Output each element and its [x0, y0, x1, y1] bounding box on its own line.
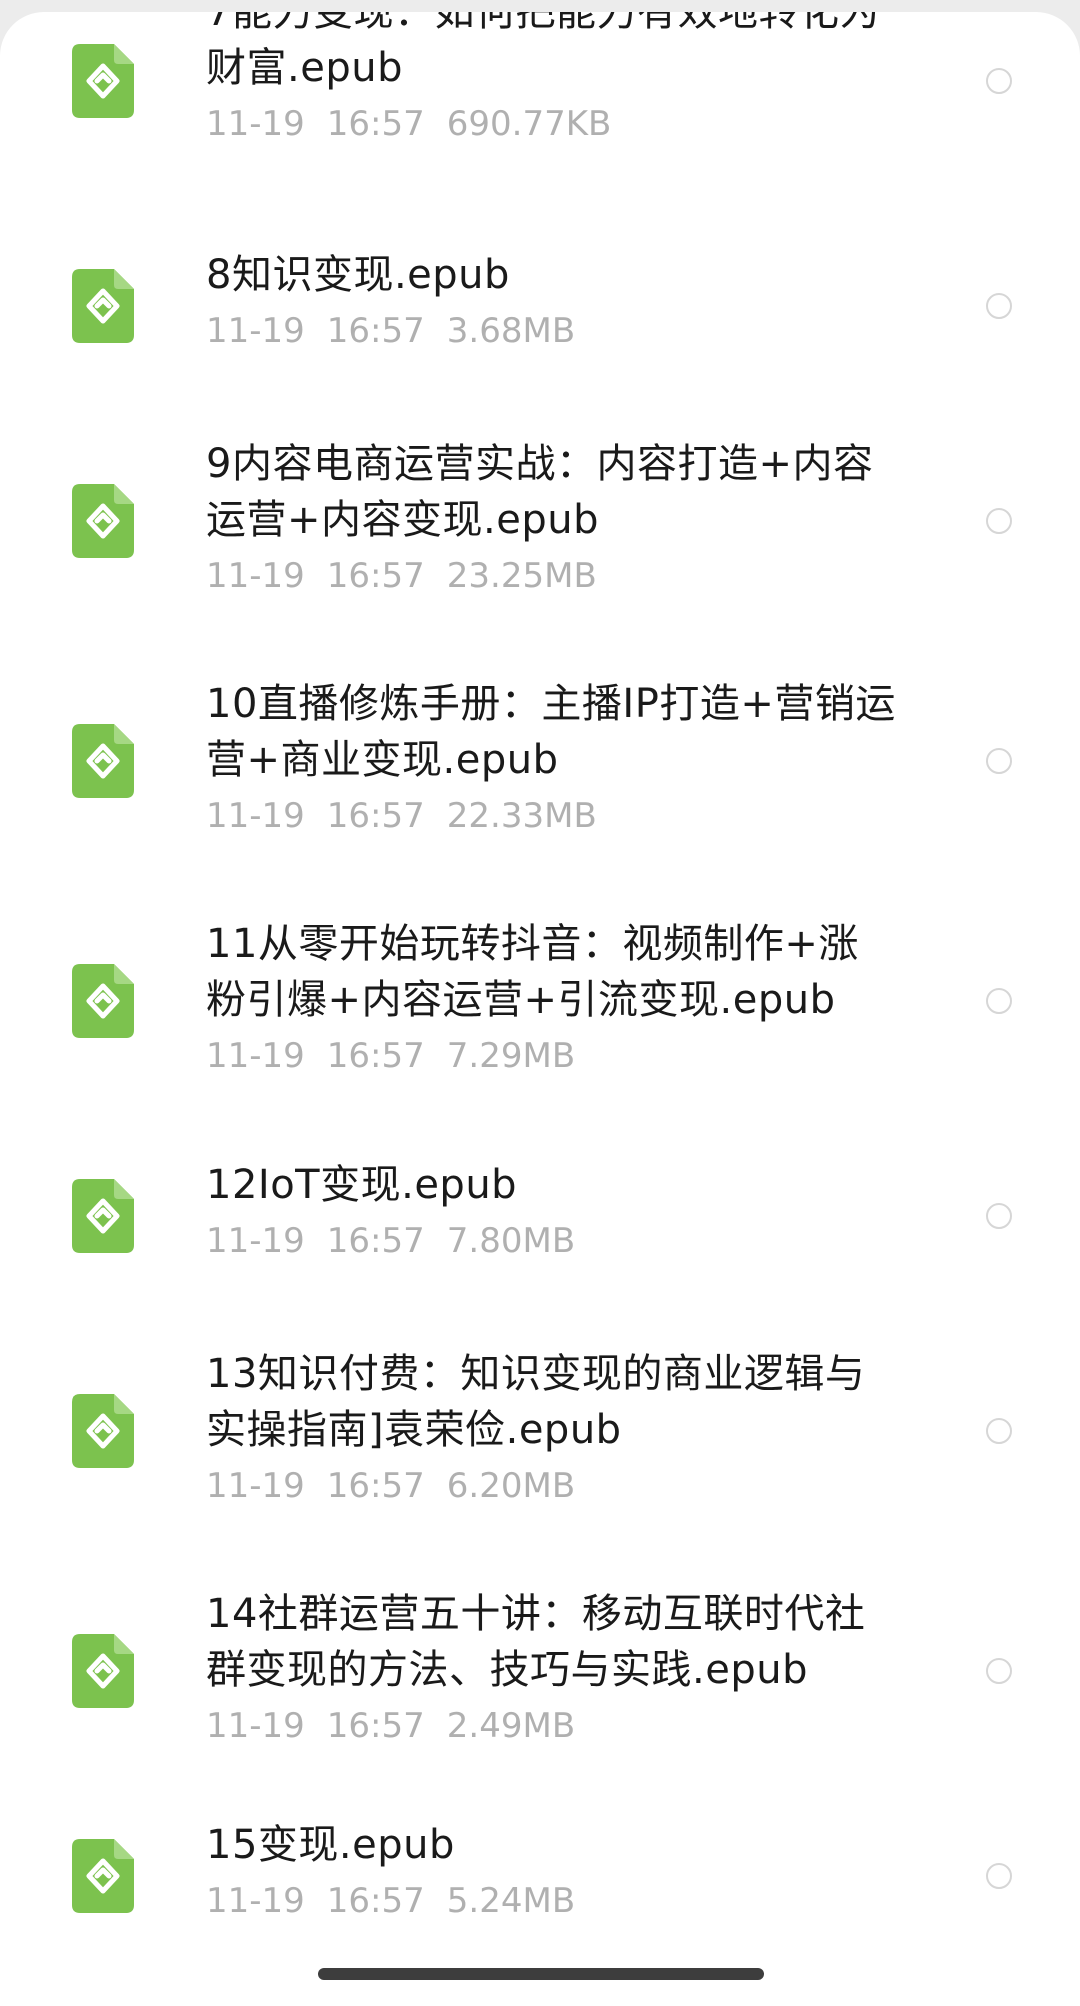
file-date: 11-19	[206, 1221, 305, 1261]
file-row[interactable]: 13知识付费：知识变现的商业逻辑与实操指南]袁荣俭.epub 11-19 16:5…	[0, 1332, 1080, 1532]
file-text: 10直播修炼手册：主播IP打造+营销运营+商业变现.epub 11-19 16:5…	[206, 676, 896, 838]
file-meta: 11-19 16:57 7.29MB	[206, 1034, 896, 1078]
file-row[interactable]: 12IoT变现.epub 11-19 16:57 7.80MB	[0, 1142, 1080, 1292]
file-time: 16:57	[326, 1466, 425, 1506]
file-meta: 11-19 16:57 7.80MB	[206, 1219, 896, 1263]
epub-file-icon	[70, 484, 134, 558]
file-meta: 11-19 16:57 5.24MB	[206, 1879, 896, 1923]
select-radio[interactable]	[986, 1203, 1012, 1229]
file-date: 11-19	[206, 1881, 305, 1921]
file-text: 14社群运营五十讲：移动互联时代社群变现的方法、技巧与实践.epub 11-19…	[206, 1586, 896, 1748]
file-time: 16:57	[326, 1881, 425, 1921]
file-meta: 11-19 16:57 690.77KB	[206, 102, 896, 146]
file-time: 16:57	[326, 104, 425, 144]
file-text: 12IoT变现.epub 11-19 16:57 7.80MB	[206, 1157, 896, 1263]
file-text: 8知识变现.epub 11-19 16:57 3.68MB	[206, 247, 896, 353]
epub-file-icon	[70, 1179, 134, 1253]
file-size: 23.25MB	[446, 556, 597, 596]
file-row[interactable]: 10直播修炼手册：主播IP打造+营销运营+商业变现.epub 11-19 16:5…	[0, 662, 1080, 862]
file-size: 7.80MB	[446, 1221, 576, 1261]
file-date: 11-19	[206, 1036, 305, 1076]
file-name: 15变现.epub	[206, 1822, 455, 1868]
file-size: 22.33MB	[446, 796, 597, 836]
file-row[interactable]: 8知识变现.epub 11-19 16:57 3.68MB	[0, 232, 1080, 382]
file-date: 11-19	[206, 796, 305, 836]
file-row[interactable]: 11从零开始玩转抖音：视频制作+涨粉引爆+内容运营+引流变现.epub 11-1…	[0, 902, 1080, 1102]
file-text: 13知识付费：知识变现的商业逻辑与实操指南]袁荣俭.epub 11-19 16:5…	[206, 1346, 896, 1508]
home-indicator-bar[interactable]	[318, 1968, 764, 1980]
file-name: 10直播修炼手册：主播IP打造+营销运营+商业变现.epub	[206, 681, 896, 783]
epub-file-icon	[70, 1839, 134, 1913]
file-date: 11-19	[206, 556, 305, 596]
select-radio[interactable]	[986, 1658, 1012, 1684]
file-time: 16:57	[326, 311, 425, 351]
file-date: 11-19	[206, 1466, 305, 1506]
epub-file-icon	[70, 44, 134, 118]
file-meta: 11-19 16:57 6.20MB	[206, 1464, 896, 1508]
file-date: 11-19	[206, 1706, 305, 1746]
file-meta: 11-19 16:57 2.49MB	[206, 1704, 896, 1748]
select-radio[interactable]	[986, 748, 1012, 774]
file-name: 12IoT变现.epub	[206, 1162, 518, 1208]
epub-file-icon	[70, 269, 134, 343]
epub-file-icon	[70, 1394, 134, 1468]
select-radio[interactable]	[986, 508, 1012, 534]
file-name: 11从零开始玩转抖音：视频制作+涨粉引爆+内容运营+引流变现.epub	[206, 921, 859, 1023]
epub-file-icon	[70, 724, 134, 798]
file-name: 13知识付费：知识变现的商业逻辑与实操指南]袁荣俭.epub	[206, 1351, 866, 1453]
epub-file-icon	[70, 1634, 134, 1708]
file-name: 14社群运营五十讲：移动互联时代社群变现的方法、技巧与实践.epub	[206, 1591, 866, 1693]
file-time: 16:57	[326, 1706, 425, 1746]
select-radio[interactable]	[986, 68, 1012, 94]
file-row[interactable]: 7能力变现：如何把能力有效地转化为财富.epub 11-19 16:57 690.7…	[0, 12, 1080, 182]
file-text: 11从零开始玩转抖音：视频制作+涨粉引爆+内容运营+引流变现.epub 11-1…	[206, 916, 896, 1078]
file-meta: 11-19 16:57 3.68MB	[206, 309, 896, 353]
file-text: 15变现.epub 11-19 16:57 5.24MB	[206, 1817, 896, 1923]
file-name: 9内容电商运营实战：内容打造+内容运营+内容变现.epub	[206, 441, 874, 543]
file-row[interactable]: 9内容电商运营实战：内容打造+内容运营+内容变现.epub 11-19 16:57…	[0, 422, 1080, 622]
file-date: 11-19	[206, 311, 305, 351]
file-size: 6.20MB	[446, 1466, 576, 1506]
file-row[interactable]: 15变现.epub 11-19 16:57 5.24MB	[0, 1802, 1080, 1952]
select-radio[interactable]	[986, 1863, 1012, 1889]
file-time: 16:57	[326, 1221, 425, 1261]
file-time: 16:57	[326, 556, 425, 596]
file-meta: 11-19 16:57 22.33MB	[206, 794, 896, 838]
epub-file-icon	[70, 964, 134, 1038]
file-size: 5.24MB	[446, 1881, 576, 1921]
file-date: 11-19	[206, 104, 305, 144]
select-radio[interactable]	[986, 988, 1012, 1014]
file-name: 8知识变现.epub	[206, 252, 510, 298]
select-radio[interactable]	[986, 1418, 1012, 1444]
select-radio[interactable]	[986, 293, 1012, 319]
file-size: 3.68MB	[446, 311, 576, 351]
file-size: 7.29MB	[446, 1036, 576, 1076]
file-name: 7能力变现：如何把能力有效地转化为财富.epub	[206, 12, 880, 91]
file-row[interactable]: 14社群运营五十讲：移动互联时代社群变现的方法、技巧与实践.epub 11-19…	[0, 1572, 1080, 1772]
file-time: 16:57	[326, 1036, 425, 1076]
file-meta: 11-19 16:57 23.25MB	[206, 554, 896, 598]
file-size: 2.49MB	[446, 1706, 576, 1746]
file-text: 7能力变现：如何把能力有效地转化为财富.epub 11-19 16:57 690.7…	[206, 12, 896, 146]
file-list-panel: 7能力变现：如何把能力有效地转化为财富.epub 11-19 16:57 690.7…	[0, 12, 1080, 2006]
file-list: 7能力变现：如何把能力有效地转化为财富.epub 11-19 16:57 690.7…	[0, 12, 1080, 2006]
file-text: 9内容电商运营实战：内容打造+内容运营+内容变现.epub 11-19 16:57…	[206, 436, 896, 598]
file-time: 16:57	[326, 796, 425, 836]
file-size: 690.77KB	[446, 104, 612, 144]
